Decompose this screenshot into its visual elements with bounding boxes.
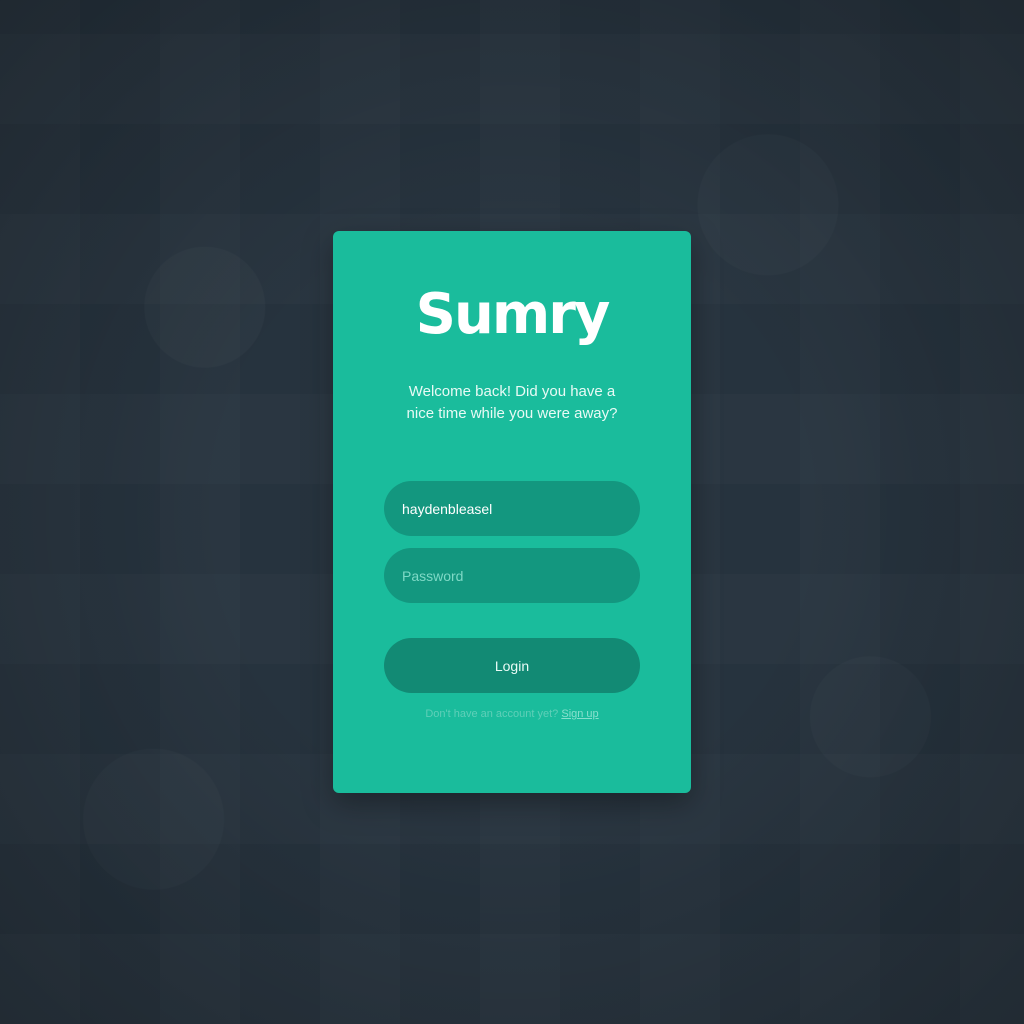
password-input[interactable] [384, 548, 640, 603]
welcome-message: Welcome back! Did you have a nice time w… [406, 383, 618, 422]
login-card: Sumry Welcome back! Did you have a nice … [333, 231, 691, 793]
signup-prompt-text: Don't have an account yet? [425, 708, 559, 720]
sumry-logo: Sumry [415, 282, 611, 347]
signup-link[interactable]: Sign up [561, 708, 598, 720]
signup-prompt-row: Don't have an account yet? Sign up [333, 708, 691, 720]
login-button[interactable]: Login [384, 638, 640, 693]
username-input[interactable] [384, 481, 640, 536]
